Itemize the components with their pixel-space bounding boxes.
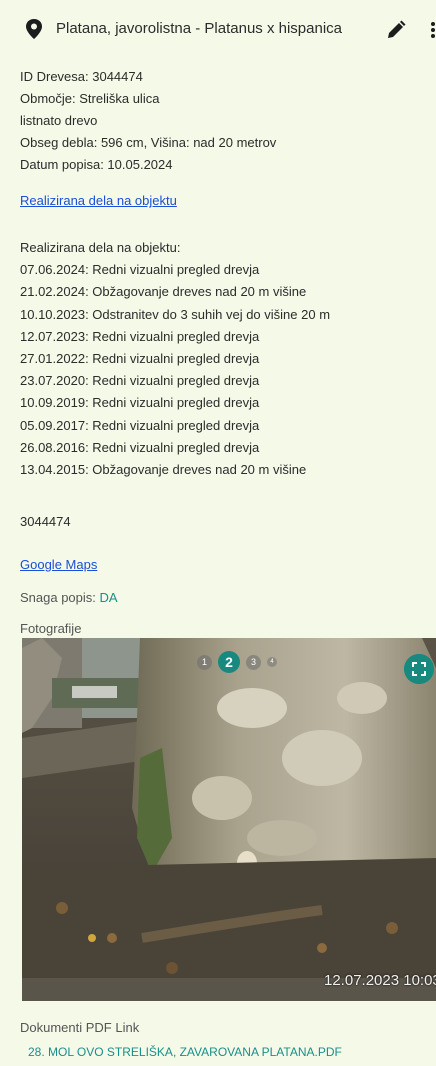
type-line: listnato drevo <box>20 113 98 128</box>
page-title: Platana, javorolistna - Platanus x hispa… <box>56 20 342 37</box>
snaga-value: DA <box>99 590 118 605</box>
list-item: 13.04.2015: Obžagovanje dreves nad 20 m … <box>20 462 307 478</box>
list-item: 10.10.2023: Odstranitev do 3 suhih vej d… <box>20 306 331 322</box>
list-item: 12.07.2023: Redni vizualni pregled drevj… <box>20 328 260 344</box>
carousel-dot[interactable]: 4 <box>267 657 277 667</box>
snaga-label: Snaga popis: <box>20 590 100 605</box>
tree-photo-image <box>22 638 436 1001</box>
photo-timestamp: 12.07.2023 10:03 <box>324 972 436 989</box>
tree-photo[interactable]: 1 2 3 4 12.07.2023 10:03 <box>22 638 436 1001</box>
map-pin-icon <box>26 19 42 39</box>
list-item: 27.01.2022: Redni vizualni pregled drevj… <box>20 351 260 367</box>
size-line: Obseg debla: 596 cm, Višina: nad 20 metr… <box>20 135 277 150</box>
document-link[interactable]: 28. MOL OVO STRELIŠKA, ZAVAROVANA PLATAN… <box>28 1045 342 1059</box>
works-heading: Realizirana dela na objektu: <box>20 240 181 255</box>
tree-id-line: ID Drevesa: 3044474 <box>20 69 143 84</box>
area-line: Območje: Streliška ulica <box>20 91 160 106</box>
photo-carousel-dots: 1 2 3 4 <box>197 651 277 673</box>
snaga-status: Snaga popis: DA <box>20 590 118 605</box>
date-line: Datum popisa: 10.05.2024 <box>20 157 173 172</box>
more-vertical-icon[interactable] <box>428 20 436 40</box>
tree-id: 3044474 <box>20 514 71 529</box>
fullscreen-icon[interactable] <box>404 654 434 684</box>
list-item: 23.07.2020: Redni vizualni pregled drevj… <box>20 373 260 389</box>
list-item: 07.06.2024: Redni vizualni pregled drevj… <box>20 262 260 278</box>
header: Platana, javorolistna - Platanus x hispa… <box>0 0 436 56</box>
works-link[interactable]: Realizirana dela na objektu <box>20 193 177 208</box>
carousel-dot-active[interactable]: 2 <box>218 651 240 673</box>
list-item: 10.09.2019: Redni vizualni pregled drevj… <box>20 395 260 411</box>
google-maps-link[interactable]: Google Maps <box>20 557 97 572</box>
list-item: 05.09.2017: Redni vizualni pregled drevj… <box>20 417 260 433</box>
tree-info: ID Drevesa: 3044474 Območje: Streliška u… <box>20 66 276 176</box>
documents-label: Dokumenti PDF Link <box>20 1020 140 1035</box>
list-item: 26.08.2016: Redni vizualni pregled drevj… <box>20 439 260 455</box>
works-list: Realizirana dela na objektu: 07.06.2024:… <box>20 237 330 481</box>
carousel-dot[interactable]: 1 <box>197 654 212 670</box>
photos-label: Fotografije <box>20 621 82 636</box>
list-item: 21.02.2024: Obžagovanje dreves nad 20 m … <box>20 284 307 300</box>
pencil-icon[interactable] <box>386 20 406 40</box>
carousel-dot[interactable]: 3 <box>246 654 261 670</box>
